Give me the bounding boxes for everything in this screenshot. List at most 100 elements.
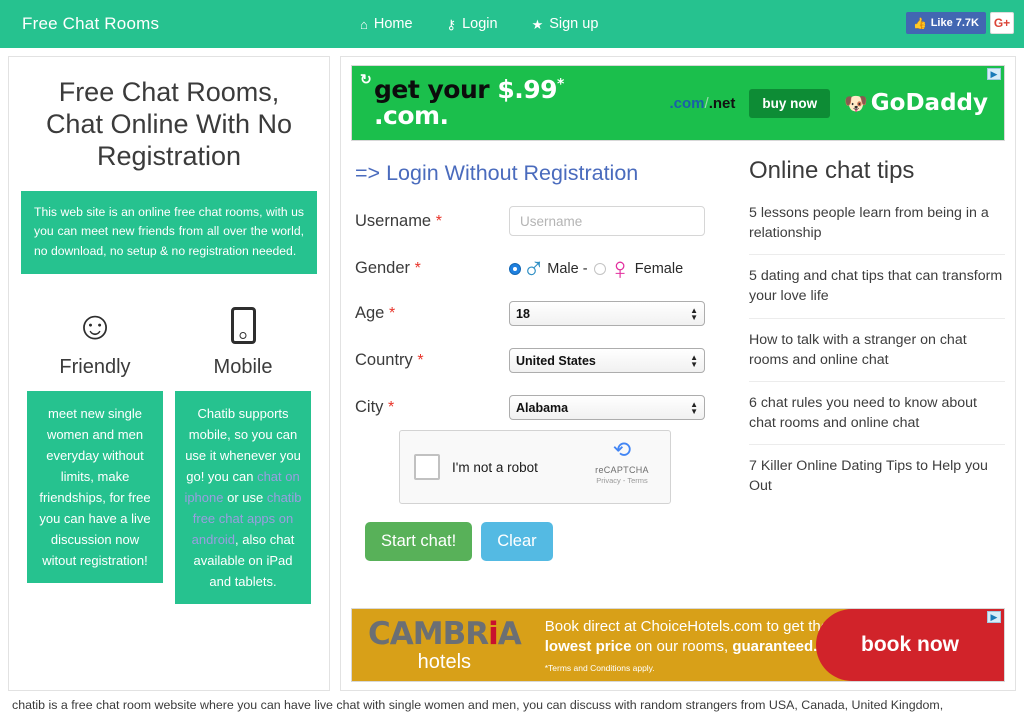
cambria-logo-dot: i: [488, 615, 499, 652]
page-body: Free Chat Rooms, Chat Online With No Reg…: [0, 48, 1024, 691]
male-symbol-icon: ♂: [522, 251, 546, 286]
godaddy-asterisk: *: [557, 76, 564, 93]
cambria-cta-label: book now: [861, 633, 959, 656]
cambria-ad-copy: Book direct at ChoiceHotels.com to get t…: [545, 617, 829, 672]
godaddy-price: $.99: [497, 74, 558, 104]
ad-choices-icon[interactable]: ▶: [987, 68, 1001, 80]
gender-male-label: Male -: [547, 260, 588, 277]
cambria-terms: *Terms and Conditions apply.: [544, 662, 655, 673]
country-select[interactable]: United States ▲ ▼: [509, 348, 705, 373]
star-icon: ★: [531, 16, 544, 32]
google-plus-icon: G+: [993, 16, 1011, 30]
gender-radio-male[interactable]: [509, 262, 521, 275]
required-asterisk: *: [414, 260, 421, 277]
required-asterisk: *: [388, 399, 395, 416]
tip-item-3[interactable]: How to talk with a stranger on chat room…: [749, 317, 1005, 381]
recaptcha-terms-link[interactable]: Privacy - Terms: [584, 476, 660, 485]
facebook-like-button[interactable]: 👍 Like 7.7K: [905, 12, 986, 34]
field-row-country: Country * United States ▲ ▼: [351, 348, 723, 373]
feature-list: ☺ Friendly meet new single women and men…: [21, 302, 317, 605]
cambria-logo: CAMBRiA hotels: [368, 615, 522, 672]
required-asterisk: *: [417, 352, 424, 369]
nav-item-login[interactable]: ⚷ Login: [447, 16, 498, 32]
country-select-value: United States: [516, 353, 596, 368]
cambria-bold-b: guaranteed.*: [732, 637, 824, 655]
social-buttons: 👍 Like 7.7K G+: [905, 12, 1014, 34]
tip-item-2[interactable]: 5 dating and chat tips that can transfor…: [749, 254, 1005, 317]
field-row-username: Username *: [351, 206, 723, 236]
godaddy-brand-label: GoDaddy: [870, 90, 988, 116]
main-navigation: ⌂ Home ⚷ Login ★ Sign up: [360, 0, 598, 48]
tips-heading: Online chat tips: [749, 157, 915, 184]
chevron-updown-icon: ▲ ▼: [690, 305, 698, 322]
feature-mobile-text: Chatib supports mobile, so you can use i…: [175, 390, 311, 605]
chevron-updown-icon: ▲ ▼: [690, 352, 698, 369]
top-navbar: Free Chat Rooms ⌂ Home ⚷ Login ★ Sign up…: [0, 0, 1024, 48]
cambria-hotels-ad[interactable]: CAMBRiA hotels Book direct at ChoiceHote…: [351, 608, 1005, 682]
feature-mobile-title: Mobile: [213, 355, 273, 378]
recaptcha-brand-label: reCAPTCHA: [595, 465, 649, 475]
godaddy-ad-right: .com/.net buy now 🐶 GoDaddy: [670, 88, 988, 118]
page-title: Free Chat Rooms, Chat Online With No Reg…: [45, 77, 293, 171]
required-asterisk: *: [388, 305, 396, 322]
female-symbol-icon: ♀: [608, 251, 632, 286]
godaddy-domains: .com/.net: [670, 95, 736, 112]
feature-friendly: ☺ Friendly meet new single women and men…: [27, 302, 163, 584]
gender-female-label: Female: [634, 260, 684, 277]
content-columns: => Login Without Registration Username *…: [351, 141, 1005, 602]
field-row-age: Age * 18 ▲ ▼: [351, 301, 723, 326]
tip-item-1[interactable]: 5 lessons people learn from being in a r…: [749, 201, 1005, 254]
cambria-line2-mid: on our rooms,: [631, 637, 733, 655]
ad-refresh-icon[interactable]: ↻: [360, 71, 372, 88]
feature-mobile: Mobile Chatib supports mobile, so you ca…: [175, 302, 311, 605]
ad-choices-icon[interactable]: ▶: [987, 611, 1001, 623]
key-icon: ⚷: [446, 16, 457, 32]
recaptcha-checkbox[interactable]: [414, 454, 440, 480]
start-chat-button[interactable]: Start chat!: [365, 522, 473, 561]
form-heading: => Login Without Registration: [355, 161, 639, 185]
domain-com-label: .com: [669, 94, 705, 112]
required-asterisk: *: [435, 212, 442, 230]
tip-item-5[interactable]: 7 Killer Online Dating Tips to Help you …: [749, 444, 1005, 507]
godaddy-mascot-icon: 🐶: [844, 92, 868, 115]
age-select[interactable]: 18 ▲ ▼: [509, 301, 705, 326]
chevron-updown-icon: ▲ ▼: [690, 399, 698, 416]
footer-blurb: chatib is a free chat room website where…: [12, 698, 944, 712]
site-brand[interactable]: Free Chat Rooms: [22, 14, 159, 34]
recaptcha-label: I'm not a robot: [452, 459, 538, 475]
intro-callout: This web site is an online free chat roo…: [21, 190, 317, 274]
online-chat-tips: Online chat tips 5 lessons people learn …: [741, 147, 1005, 602]
main-content-panel: ↻ get your $.99* .com. .com/.net buy now…: [340, 56, 1016, 691]
home-icon: ⌂: [360, 16, 368, 32]
nav-item-home[interactable]: ⌂ Home: [360, 16, 413, 32]
field-row-gender: Gender * ♂ Male - ♀ Female: [351, 253, 723, 284]
google-plus-button[interactable]: G+: [990, 12, 1014, 34]
age-select-value: 18: [516, 306, 530, 321]
recaptcha-widget[interactable]: I'm not a robot ⟲ reCAPTCHA Privacy - Te…: [399, 430, 671, 504]
country-label: Country *: [355, 351, 424, 369]
gender-radio-female[interactable]: [593, 262, 606, 275]
godaddy-logo: 🐶 GoDaddy: [844, 90, 988, 116]
feature-friendly-title: Friendly: [59, 355, 131, 378]
godaddy-buy-now-button[interactable]: buy now: [749, 88, 831, 118]
city-select[interactable]: Alabama ▲ ▼: [509, 395, 705, 420]
cambria-line-2: lowest price on our rooms, guaranteed.*: [545, 637, 829, 656]
cambria-bold-a: lowest price: [544, 637, 632, 655]
feature-friendly-text: meet new single women and men everyday w…: [27, 390, 163, 584]
godaddy-headline-1: get your: [374, 74, 490, 104]
mobile-phone-icon: [175, 302, 311, 350]
city-label: City *: [355, 398, 395, 416]
domain-net-label: .net: [708, 94, 736, 112]
tip-item-4[interactable]: 6 chat rules you need to know about chat…: [749, 380, 1005, 444]
city-select-value: Alabama: [516, 400, 569, 415]
nav-item-signup[interactable]: ★ Sign up: [532, 16, 599, 32]
cambria-book-now-button[interactable]: book now: [816, 609, 1004, 681]
godaddy-ad[interactable]: ↻ get your $.99* .com. .com/.net buy now…: [351, 65, 1005, 141]
username-label: Username *: [355, 211, 442, 230]
username-input[interactable]: [509, 206, 705, 236]
nav-label-signup: Sign up: [549, 16, 599, 32]
clear-button[interactable]: Clear: [481, 522, 553, 561]
gender-label: Gender *: [355, 259, 421, 277]
godaddy-headline-2: .com.: [374, 101, 449, 130]
nav-label-login: Login: [462, 16, 498, 32]
